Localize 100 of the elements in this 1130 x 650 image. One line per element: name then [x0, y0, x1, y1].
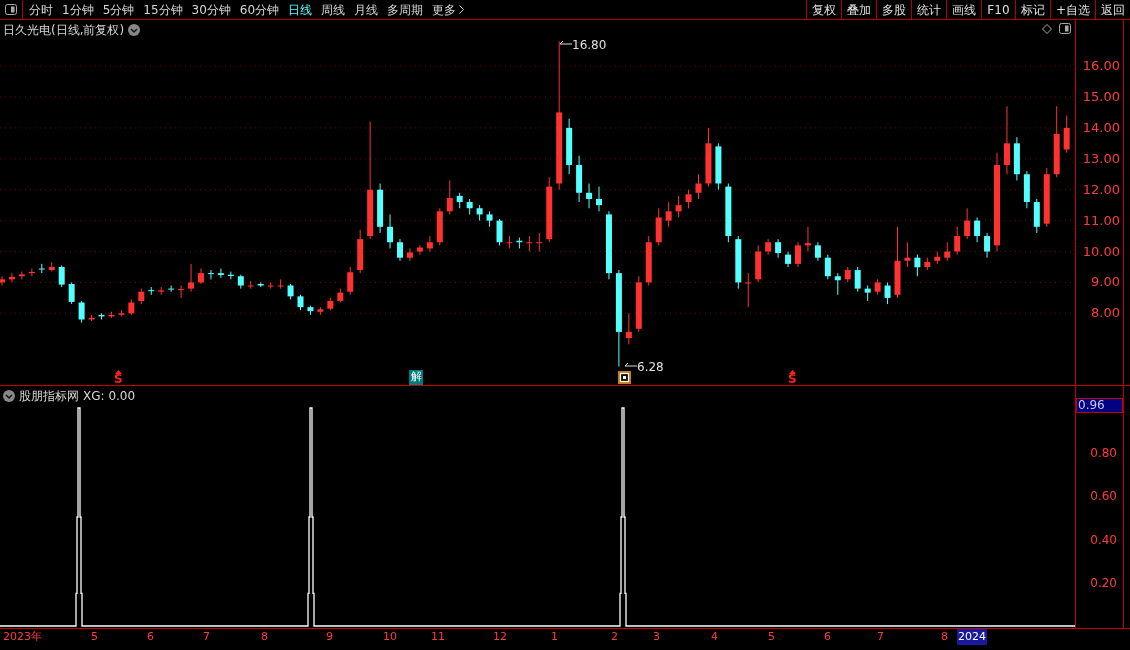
candle	[307, 305, 314, 316]
more-button[interactable]: 更多	[432, 0, 465, 19]
candle	[38, 263, 45, 274]
candle	[536, 232, 543, 252]
candle	[28, 268, 35, 277]
candle	[426, 235, 433, 252]
candle	[88, 314, 95, 322]
period-tab[interactable]: 30分钟	[191, 0, 231, 19]
candle	[337, 288, 344, 303]
candle	[765, 238, 772, 256]
date-axis-label: 6	[146, 629, 155, 645]
sell-signal-mark: S	[114, 370, 123, 384]
toolbar-button[interactable]: 返回	[1095, 0, 1130, 19]
candle	[217, 268, 224, 279]
date-axis-label: 2024	[957, 629, 987, 645]
period-tab[interactable]: 月线	[354, 0, 379, 19]
candle	[148, 286, 155, 296]
chevron-down-circle-icon[interactable]	[3, 390, 15, 402]
candle	[168, 285, 175, 293]
candle	[944, 241, 951, 262]
chevron-down-circle-icon[interactable]	[128, 24, 141, 36]
candle	[357, 229, 364, 274]
period-tab[interactable]: 60分钟	[239, 0, 280, 19]
period-tab[interactable]: 15分钟	[143, 0, 183, 19]
candle	[188, 263, 195, 293]
candle	[456, 192, 463, 209]
candle	[625, 312, 632, 345]
period-tab[interactable]: 周线	[321, 0, 346, 19]
candle	[854, 266, 861, 293]
candle	[78, 300, 85, 324]
candle	[954, 226, 961, 256]
sell-signal-mark: S	[788, 370, 797, 384]
candle	[297, 294, 304, 311]
stock-title: 日久光电(日线,前复权)	[3, 22, 125, 39]
candle	[705, 127, 712, 188]
candle	[745, 272, 752, 308]
indicator-axis-label: 0.20	[1090, 575, 1117, 593]
period-tab[interactable]: 1分钟	[62, 0, 94, 19]
candle	[377, 183, 384, 234]
date-axis-label: 12	[492, 629, 508, 645]
candle	[1043, 167, 1050, 228]
price-axis-label: 8.00	[1090, 305, 1120, 322]
panel-icon[interactable]	[1059, 23, 1071, 34]
candle	[645, 235, 652, 286]
price-axis-label: 11.00	[1081, 212, 1120, 229]
diamond-icon[interactable]	[1042, 24, 1052, 34]
price-axis-label: 12.00	[1081, 181, 1120, 198]
date-axis-label: 2	[610, 629, 619, 645]
candle	[58, 264, 65, 288]
toolbar-button[interactable]: 叠加	[840, 0, 876, 19]
candle	[287, 283, 294, 300]
candle	[635, 275, 642, 333]
indicator-title: 股朋指标网	[19, 388, 79, 405]
toolbar-button[interactable]: 复权	[805, 0, 841, 19]
candle	[466, 198, 473, 215]
candle	[347, 266, 354, 296]
price-axis-label: 15.00	[1081, 88, 1120, 105]
candle	[436, 207, 443, 246]
price-axis-label: 9.00	[1090, 274, 1120, 291]
indicator-axis-label: 0.80	[1090, 444, 1117, 462]
candle	[576, 155, 583, 203]
indicator-reading: XG: 0.00	[83, 388, 136, 405]
candle	[18, 271, 25, 280]
toolbar-button[interactable]: 统计	[910, 0, 946, 19]
candle	[884, 281, 891, 305]
candle	[775, 238, 782, 259]
candle	[476, 204, 483, 222]
candle	[48, 261, 55, 273]
period-tab[interactable]: 多周期	[387, 0, 424, 19]
toolbar-button[interactable]: 画线	[945, 0, 981, 19]
toolbar-button[interactable]: +自选	[1049, 0, 1095, 19]
toolbar-button[interactable]: F10	[980, 0, 1015, 19]
period-tab[interactable]: 5分钟	[102, 0, 135, 19]
period-tab[interactable]: 日线	[288, 0, 313, 19]
date-axis-label: 1	[550, 629, 559, 645]
period-tab[interactable]: 分时	[29, 0, 53, 19]
candle	[446, 179, 453, 215]
candle	[516, 237, 523, 249]
candle	[406, 247, 413, 262]
candle	[98, 312, 105, 320]
candle	[675, 195, 682, 218]
unlock-tag: 解	[409, 370, 423, 385]
candle	[247, 280, 254, 290]
date-axis-label: 7	[876, 629, 885, 645]
candle	[735, 235, 742, 290]
candle	[1023, 170, 1030, 209]
date-axis-label: 8	[260, 629, 269, 645]
candle	[814, 241, 821, 262]
price-axis-label: 13.00	[1081, 150, 1120, 167]
toolbar-button[interactable]: 多股	[875, 0, 911, 19]
candle	[914, 254, 921, 277]
candle	[8, 272, 15, 283]
candle	[725, 183, 732, 243]
candle	[227, 271, 234, 280]
chevron-right-icon	[459, 5, 465, 14]
candle	[327, 297, 334, 311]
date-axis-label: 3	[652, 629, 661, 645]
toolbar-button[interactable]: 标记	[1014, 0, 1050, 19]
price-axis-label: 16.00	[1081, 58, 1120, 75]
candle	[158, 286, 165, 296]
